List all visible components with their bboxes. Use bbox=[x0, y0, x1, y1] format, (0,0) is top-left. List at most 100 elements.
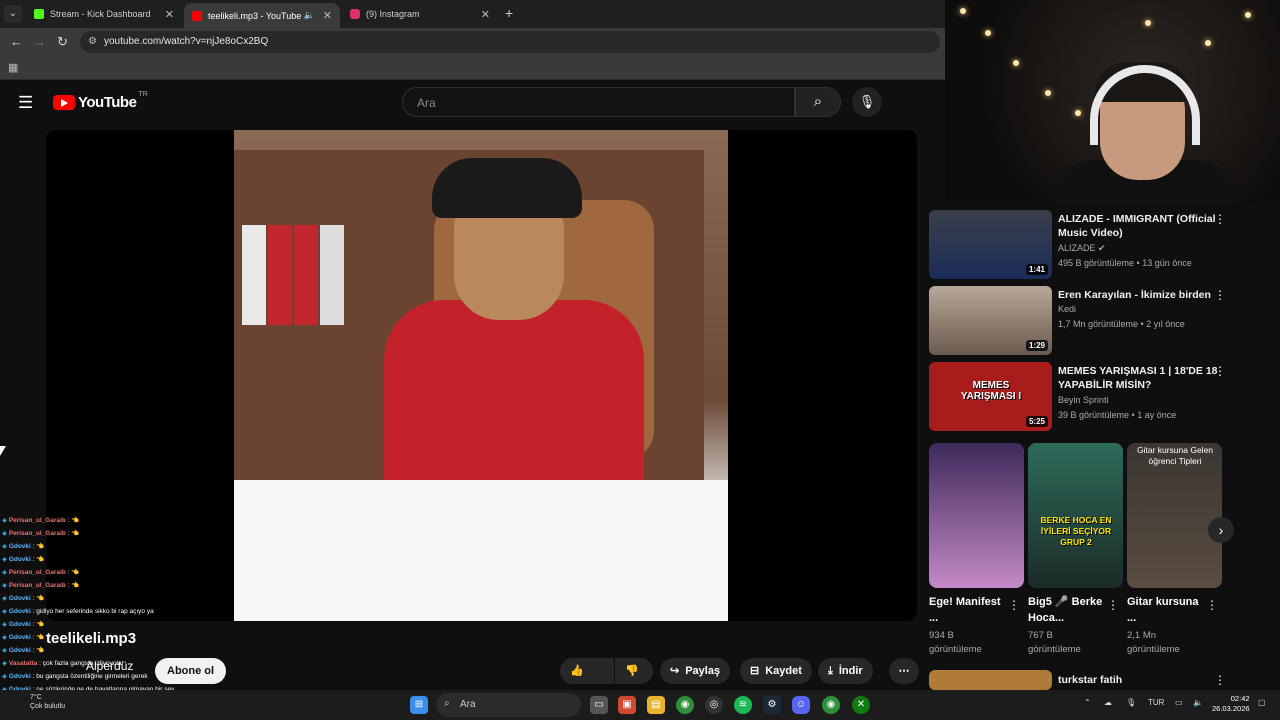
short-title[interactable]: Big5 🎤 Berke Hoca... bbox=[1028, 594, 1108, 626]
back-icon[interactable]: ← bbox=[10, 34, 23, 49]
download-icon: ⤓ bbox=[828, 665, 833, 677]
more-vertical-icon[interactable]: ⋮ bbox=[1214, 288, 1226, 302]
url-field[interactable]: ⚙ youtube.com/watch?v=njJe8oCx2BQ bbox=[80, 31, 940, 53]
tab-instagram[interactable]: (9) Instagram ✕ bbox=[342, 3, 498, 25]
more-vertical-icon[interactable]: ⋮ bbox=[1214, 212, 1226, 226]
search-input[interactable]: Ara bbox=[402, 87, 795, 117]
youtube-play-icon bbox=[53, 95, 75, 110]
discord-icon[interactable]: ☺ bbox=[792, 696, 810, 714]
share-button[interactable]: ↪ Paylaş bbox=[660, 658, 731, 684]
short-thumbnail[interactable]: Gitar kursuna Gelen öğrenci Tipleri bbox=[1127, 443, 1222, 588]
search-button[interactable]: ⌕ bbox=[795, 87, 841, 117]
sidebar-video[interactable]: 1:29 Eren Karayılan - İkimize birden Ked… bbox=[929, 286, 1269, 356]
store-icon[interactable]: ▣ bbox=[618, 696, 636, 714]
sidebar-channel[interactable]: Beyin Sprinti bbox=[1058, 395, 1109, 405]
steam-icon[interactable]: ⚙ bbox=[763, 696, 781, 714]
duration-badge: 1:41 bbox=[1025, 264, 1048, 275]
speaker-icon[interactable]: 🔈 bbox=[304, 10, 315, 21]
chrome-icon[interactable]: ◉ bbox=[822, 696, 840, 714]
volume-icon[interactable]: 🔈 bbox=[1193, 698, 1203, 707]
chat-username[interactable]: Gdovki bbox=[9, 647, 31, 654]
close-icon[interactable]: ✕ bbox=[481, 8, 490, 21]
voice-search-button[interactable]: 🎙 bbox=[852, 87, 882, 117]
cloud-icon[interactable]: ☁ bbox=[1104, 698, 1112, 707]
close-icon[interactable]: ✕ bbox=[165, 8, 174, 21]
short-thumbnail[interactable] bbox=[929, 443, 1024, 588]
apps-grid-icon[interactable]: ▦ bbox=[8, 61, 18, 74]
chat-username[interactable]: Gdovki bbox=[9, 595, 31, 602]
folder-icon[interactable]: ▤ bbox=[647, 696, 665, 714]
more-vertical-icon[interactable]: ⋮ bbox=[1214, 673, 1226, 687]
obs-icon[interactable]: ◎ bbox=[705, 696, 723, 714]
chat-text: 👈 bbox=[36, 621, 45, 628]
windows-start-icon[interactable]: ⊞ bbox=[410, 696, 428, 714]
youtube-logo[interactable]: YouTube TR bbox=[53, 91, 148, 111]
chat-message: ◈ Gdovki : 👈 bbox=[2, 631, 242, 644]
sidebar-video[interactable]: MEMES YARIŞMASI I 5:25 MEMES YARIŞMASI 1… bbox=[929, 362, 1269, 432]
network-icon[interactable]: ▭ bbox=[1175, 698, 1183, 707]
sidebar-video-title[interactable]: MEMES YARIŞMASI 1 | 18'DE 18 YAPABİLİR M… bbox=[1058, 364, 1228, 392]
chat-username[interactable]: Perisan_ul_Garaib bbox=[9, 569, 66, 576]
xbox-icon[interactable]: ✕ bbox=[852, 696, 870, 714]
download-button[interactable]: ⤓ İndir bbox=[818, 658, 873, 684]
chat-username[interactable]: Vasatatta bbox=[9, 660, 38, 667]
chat-badge-icon: ◈ bbox=[2, 517, 9, 524]
video-thumbnail[interactable] bbox=[929, 670, 1052, 690]
more-vertical-icon[interactable]: ⋮ bbox=[1206, 598, 1218, 612]
chevron-right-icon[interactable]: › bbox=[1208, 517, 1234, 543]
reload-icon[interactable]: ↻ bbox=[57, 34, 68, 50]
chat-username[interactable]: Gdovki bbox=[9, 608, 31, 615]
taskbar-search[interactable]: ⌕ Ara bbox=[436, 693, 581, 717]
video-thumbnail[interactable]: MEMES YARIŞMASI I 5:25 bbox=[929, 362, 1052, 431]
chevron-up-icon[interactable]: ⌃ bbox=[1084, 698, 1091, 707]
notification-icon[interactable]: ▢ bbox=[1258, 698, 1266, 707]
video-thumbnail[interactable]: 1:29 bbox=[929, 286, 1052, 355]
tab-youtube[interactable]: teelikeli.mp3 - YouTube 🔈 ✕ bbox=[184, 3, 340, 28]
sidebar-video-title[interactable]: Eren Karayılan - İkimize birden bbox=[1058, 288, 1228, 302]
video-thumbnail[interactable]: 1:41 bbox=[929, 210, 1052, 279]
short-title[interactable]: Gitar kursuna ... bbox=[1127, 594, 1207, 626]
chat-username[interactable]: Gdovki bbox=[9, 634, 31, 641]
chat-username[interactable]: Perisan_ul_Garaib bbox=[9, 530, 66, 537]
sidebar-video-title[interactable]: ALIZADE - IMMIGRANT (Official Music Vide… bbox=[1058, 212, 1228, 240]
tab-search-icon[interactable]: ⌄ bbox=[4, 5, 22, 23]
more-vertical-icon[interactable]: ⋮ bbox=[1008, 598, 1020, 612]
microphone-icon[interactable]: 🎙 bbox=[1126, 698, 1136, 707]
chat-username[interactable]: Perisan_ul_Garaib bbox=[9, 517, 66, 524]
like-button[interactable]: 👍712 bbox=[560, 658, 614, 703]
sidebar-video-title[interactable]: turkstar fatih bbox=[1058, 673, 1228, 687]
short-thumbnail[interactable]: BERKE HOCA EN İYİLERİ SEÇİYOR GRUP 2 bbox=[1028, 443, 1123, 588]
menu-icon[interactable]: ☰ bbox=[18, 93, 33, 113]
close-icon[interactable]: ✕ bbox=[323, 9, 332, 22]
task-view-icon[interactable]: ▭ bbox=[590, 696, 608, 714]
region-code: TR bbox=[138, 91, 148, 98]
tab-kick[interactable]: Stream - Kick Dashboard ✕ bbox=[26, 3, 182, 25]
chat-message: ◈ Perisan_ul_Garaib : 👈 bbox=[2, 527, 242, 540]
more-actions-button[interactable]: ⋯ bbox=[889, 658, 919, 684]
chat-username[interactable]: Gdovki bbox=[9, 556, 31, 563]
chat-username[interactable]: Gdovki bbox=[9, 543, 31, 550]
light-bulb-shape bbox=[1075, 110, 1081, 116]
short-views: 934 B görüntüleme bbox=[929, 630, 982, 655]
sidebar-video[interactable]: 1:41 ALIZADE - IMMIGRANT (Official Music… bbox=[929, 210, 1269, 280]
sidebar-video[interactable]: turkstar fatih ⋮ bbox=[929, 670, 1269, 690]
forward-icon[interactable]: → bbox=[33, 34, 46, 49]
chrome-icon[interactable]: ◉ bbox=[676, 696, 694, 714]
short-title[interactable]: Ege! Manifest ... bbox=[929, 594, 1009, 626]
site-info-icon[interactable]: ⚙ bbox=[88, 36, 97, 47]
save-button[interactable]: ⊟ Kaydet bbox=[740, 658, 812, 684]
chat-text: 👈 bbox=[71, 517, 80, 524]
more-vertical-icon[interactable]: ⋮ bbox=[1214, 364, 1226, 378]
dislike-button[interactable]: 👎 bbox=[615, 658, 653, 684]
language-indicator[interactable]: TUR bbox=[1148, 698, 1164, 707]
weather-widget[interactable]: 7°C Çok bulutlu bbox=[30, 693, 65, 711]
more-vertical-icon[interactable]: ⋮ bbox=[1107, 598, 1119, 612]
new-tab-icon[interactable]: + bbox=[505, 5, 513, 21]
spotify-icon[interactable]: ≋ bbox=[734, 696, 752, 714]
chat-username[interactable]: Perisan_ul_Garaib bbox=[9, 582, 66, 589]
chat-username[interactable]: Gdovki bbox=[9, 673, 31, 680]
sidebar-channel[interactable]: ALIZADE ✔ bbox=[1058, 243, 1106, 254]
taskbar-clock[interactable]: 02:42 26.03.2026 bbox=[1212, 694, 1250, 714]
sidebar-channel[interactable]: Kedi bbox=[1058, 304, 1076, 314]
chat-username[interactable]: Gdovki bbox=[9, 621, 31, 628]
